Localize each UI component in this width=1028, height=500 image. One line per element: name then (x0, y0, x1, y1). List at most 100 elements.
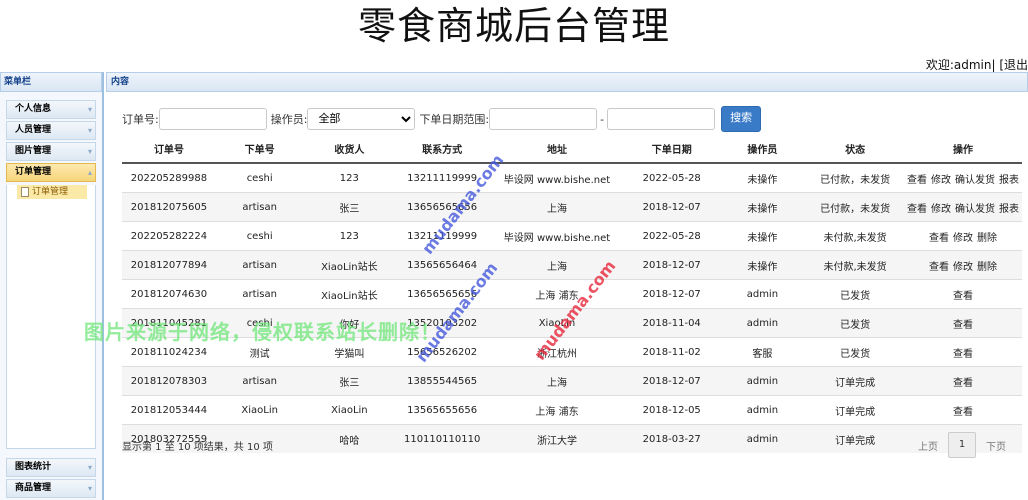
row-action-link[interactable]: 报表 (999, 204, 1019, 215)
table-cell: 2018-12-07 (624, 250, 719, 280)
welcome-logout[interactable]: 欢迎:admin| [退出 (926, 56, 1028, 73)
table-row: 202205289988 ceshi 123 13211119999 毕设网 www.b… (122, 162, 1022, 193)
table-cell: 张三 (303, 366, 396, 396)
table-cell: 上海 浦东 (489, 279, 625, 309)
column-header[interactable]: 操作 (904, 134, 1022, 164)
table-cell: 未操作 (718, 250, 807, 280)
actions-cell: 查看 修改 确认发货 报表 (904, 162, 1022, 193)
column-header[interactable]: 下单号 (215, 134, 304, 164)
table-cell: 2018-11-04 (624, 308, 719, 338)
menu-group-label: 商品管理 (15, 483, 52, 493)
table-cell: 上海 浦东 (489, 395, 625, 425)
table-row: 201812075605 artisan 张三 13656565656 上海 2018-1… (122, 192, 1022, 222)
document-icon (21, 187, 29, 197)
table-cell: 浙江杭州 (489, 337, 625, 367)
date-end-input[interactable] (607, 108, 716, 130)
column-header[interactable]: 订单号 (122, 134, 216, 164)
date-start-input[interactable] (489, 108, 598, 130)
menu-group-profile[interactable]: 个人信息 ▾ (6, 100, 96, 119)
table-cell: 2018-11-02 (624, 337, 719, 367)
row-action-link[interactable]: 查看 (953, 291, 973, 302)
table-cell: 2018-12-05 (624, 395, 719, 425)
table-cell: 未付款,未发货 (806, 250, 904, 280)
column-header[interactable]: 下单日期 (624, 134, 719, 164)
table-cell: 已发货 (806, 337, 904, 367)
submenu-area: 订单管理 (6, 185, 96, 449)
table-cell: 201812053444 (122, 395, 216, 425)
table-row: 201812078303 artisan 张三 13855544565 上海 2018-1… (122, 366, 1022, 396)
pagination: 上页 1 下页 (908, 432, 1016, 458)
table-cell: 2018-12-07 (624, 366, 719, 396)
table-cell: 订单完成 (806, 366, 904, 396)
current-page-button[interactable]: 1 (948, 432, 976, 458)
row-action-link[interactable]: 报表 (999, 175, 1019, 186)
table-cell: 未操作 (718, 162, 807, 193)
menu-group-images[interactable]: 图片管理 ▾ (6, 142, 96, 161)
row-action-link[interactable]: 查看 (953, 407, 973, 418)
column-header[interactable]: 地址 (489, 134, 625, 164)
next-page-button[interactable]: 下页 (976, 438, 1016, 453)
table-cell: 张三 (303, 192, 396, 222)
column-header[interactable]: 状态 (806, 134, 904, 164)
table-cell: 已付款，未发货 (806, 162, 904, 193)
table-cell: admin (718, 308, 807, 338)
table-cell: 201811045281 (122, 308, 216, 338)
submenu-item-order-management[interactable]: 订单管理 (17, 185, 87, 199)
prev-page-button[interactable]: 上页 (908, 438, 948, 453)
row-action-link[interactable]: 查看 (953, 349, 973, 360)
actions-cell: 查看 (904, 279, 1022, 309)
row-action-link[interactable]: 修改 (931, 175, 951, 186)
actions-cell: 查看 修改 删除 (904, 221, 1022, 251)
operator-select[interactable]: 全部 (307, 108, 416, 130)
row-action-link[interactable]: 查看 (929, 233, 949, 244)
table-cell: ceshi (215, 308, 304, 338)
result-summary: 显示第 1 至 10 项结果，共 10 项 (122, 442, 273, 453)
row-action-link[interactable]: 删除 (977, 233, 997, 244)
table-row: 201811024234 测试 学猫叫 15656526202 浙江杭州 2018-11-… (122, 337, 1022, 367)
chevron-down-icon: ▾ (87, 126, 92, 135)
table-cell: 客服 (718, 337, 807, 367)
table-cell: 13855544565 (395, 366, 490, 396)
order-no-input[interactable] (158, 108, 267, 130)
table-cell: ceshi (215, 162, 304, 193)
table-cell: XiaoLin (215, 395, 304, 425)
page-title: 零食商城后台管理 (357, 4, 670, 48)
row-action-link[interactable]: 确认发货 (955, 204, 995, 215)
table-cell: 未操作 (718, 192, 807, 222)
table-cell: admin (718, 279, 807, 309)
row-action-link[interactable]: 查看 (907, 204, 927, 215)
column-header[interactable]: 联系方式 (395, 134, 490, 164)
table-cell: artisan (215, 279, 304, 309)
row-action-link[interactable]: 查看 (953, 320, 973, 331)
menu-group-staff[interactable]: 人员管理 ▾ (6, 121, 96, 140)
actions-cell: 查看 修改 确认发货 报表 (904, 192, 1022, 222)
search-button[interactable]: 搜索 (721, 106, 762, 132)
menu-group-orders[interactable]: 订单管理 ▴ (6, 163, 96, 182)
table-cell: 订单完成 (806, 424, 904, 453)
actions-cell: 查看 (904, 395, 1022, 425)
row-action-link[interactable]: 查看 (929, 262, 949, 273)
row-action-link[interactable]: 确认发货 (955, 175, 995, 186)
table-cell: admin (718, 366, 807, 396)
column-header[interactable]: 收货人 (303, 134, 396, 164)
table-cell: 已发货 (806, 279, 904, 309)
table-cell: 订单完成 (806, 395, 904, 425)
row-action-link[interactable]: 修改 (953, 233, 973, 244)
row-action-link[interactable]: 修改 (953, 262, 973, 273)
row-action-link[interactable]: 修改 (931, 204, 951, 215)
table-cell: 未付款,未发货 (806, 221, 904, 251)
column-header[interactable]: 操作员 (718, 134, 807, 164)
table-cell: 上海 (489, 250, 625, 280)
row-action-link[interactable]: 删除 (977, 262, 997, 273)
table-header-row: 订单号 下单号 收货人 联系方式 地址 下单日期 操作员 状态 操作 (122, 134, 1022, 164)
menu-group-charts[interactable]: 图表统计 ▾ (6, 458, 96, 477)
row-action-link[interactable]: 查看 (953, 378, 973, 389)
table-cell: 13211119999 (395, 162, 490, 193)
menu-group-products[interactable]: 商品管理 ▾ (6, 479, 96, 498)
table-cell: 毕设网 www.bishe.net (489, 221, 625, 251)
table-cell: 浙江大学 (489, 424, 625, 453)
table-cell: 123 (303, 221, 396, 251)
row-action-link[interactable]: 查看 (907, 175, 927, 186)
table-cell: 上海 (489, 192, 625, 222)
table-cell: 13211119999 (395, 221, 490, 251)
